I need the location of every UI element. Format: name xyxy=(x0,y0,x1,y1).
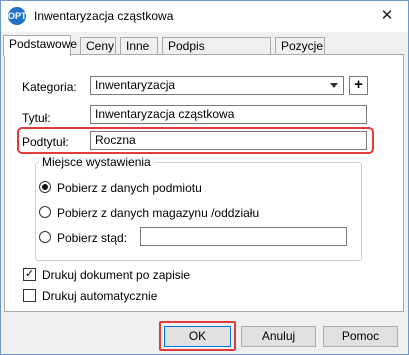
radio-from-entity-label[interactable]: Pobierz z danych podmiotu xyxy=(57,181,202,195)
close-icon[interactable]: ✕ xyxy=(376,6,398,28)
tab-pozycje[interactable]: Pozycje xyxy=(275,37,325,54)
print-after-save-checkbox[interactable]: ✓ xyxy=(23,268,36,281)
dialog-window: OPT Inwentaryzacja cząstkowa ✕ Podstawow… xyxy=(0,0,409,355)
podtytul-input[interactable]: Roczna xyxy=(90,131,367,150)
auto-print-checkbox[interactable] xyxy=(23,289,36,302)
tab-inne[interactable]: Inne xyxy=(120,37,158,54)
kategoria-value: Inwentaryzacja xyxy=(95,78,176,92)
title-bar[interactable]: OPT Inwentaryzacja cząstkowa ✕ xyxy=(1,1,408,32)
radio-custom-label[interactable]: Pobierz stąd: xyxy=(57,231,127,245)
tab-podstawowe[interactable]: Podstawowe xyxy=(3,35,77,56)
kategoria-label: Kategoria: xyxy=(22,80,77,94)
help-button[interactable]: Pomoc xyxy=(323,326,398,347)
radio-from-warehouse[interactable] xyxy=(39,206,51,218)
kategoria-combo[interactable]: Inwentaryzacja xyxy=(90,76,344,95)
ok-button[interactable]: OK xyxy=(164,326,231,347)
radio-from-warehouse-label[interactable]: Pobierz z danych magazynu /oddziału xyxy=(57,206,259,220)
radio-custom[interactable] xyxy=(39,231,51,243)
window-title: Inwentaryzacja cząstkowa xyxy=(34,9,174,23)
issue-place-title: Miejsce wystawienia xyxy=(39,155,154,169)
auto-print-label[interactable]: Drukuj automatycznie xyxy=(42,289,157,303)
tab-podpis-elektroniczny[interactable]: Podpis elektroniczny xyxy=(162,37,271,70)
tytul-input[interactable]: Inwentaryzacja cząstkowa xyxy=(90,105,367,124)
add-category-button[interactable]: + xyxy=(349,76,368,95)
podtytul-label: Podtytuł: xyxy=(22,135,69,149)
tytul-label: Tytuł: xyxy=(22,111,51,125)
print-after-save-label[interactable]: Drukuj dokument po zapisie xyxy=(42,268,190,282)
cancel-button[interactable]: Anuluj xyxy=(241,326,316,347)
app-logo-icon: OPT xyxy=(8,7,27,25)
tab-ceny[interactable]: Ceny xyxy=(80,37,116,54)
radio-from-entity[interactable] xyxy=(39,181,51,193)
custom-place-input[interactable] xyxy=(140,227,347,246)
chevron-down-icon xyxy=(330,83,338,88)
